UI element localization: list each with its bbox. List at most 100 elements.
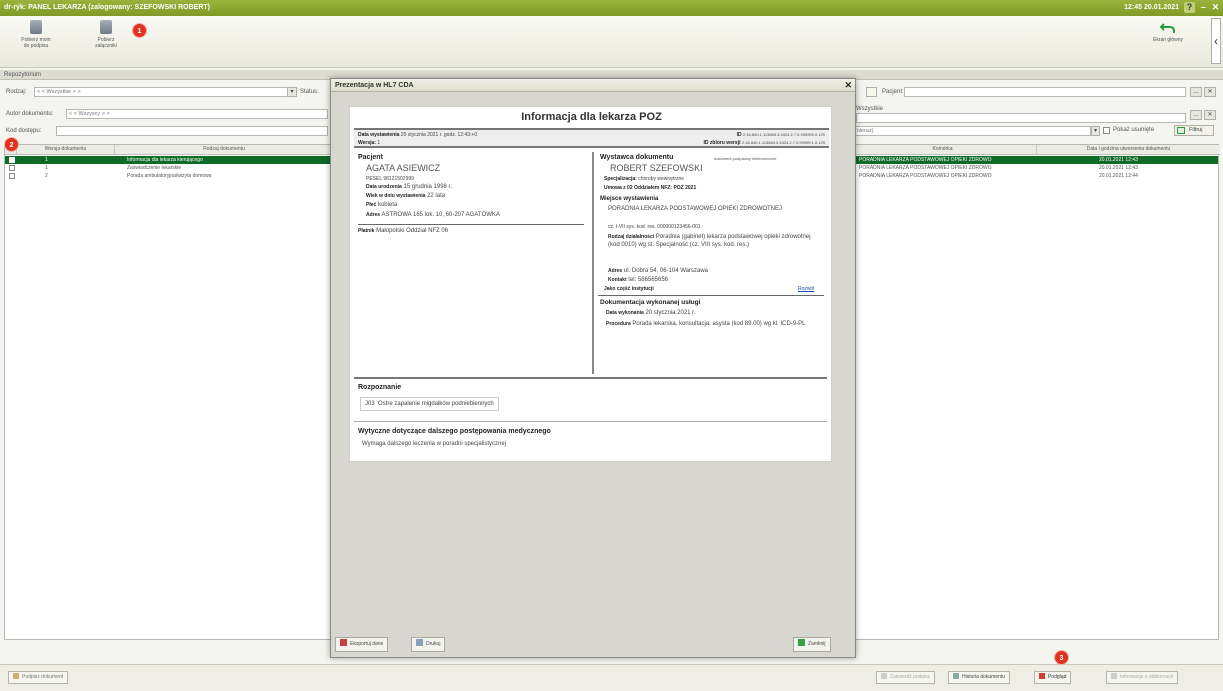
recipients-info-button[interactable]: Informacja o odbiorcach bbox=[1106, 671, 1179, 684]
facility-contact: tel: 586565656 bbox=[628, 277, 668, 283]
diagnosis-code: J03 bbox=[365, 401, 375, 407]
grid-header[interactable]: Rodzaj dokumentu bbox=[115, 145, 333, 155]
filter-button[interactable]: Filtruj bbox=[1174, 125, 1214, 136]
table-row[interactable]: PORADNIA LEKARZA PODSTAWOWEJ OPIEKI ZDRO… bbox=[849, 164, 1218, 172]
close-icon[interactable]: ✕ bbox=[844, 80, 852, 91]
meta-label: ID zbioru wersji bbox=[703, 140, 741, 146]
pacjent-label: Pacjent: bbox=[882, 89, 904, 95]
button-label: Drukuj bbox=[426, 641, 441, 647]
procedure-value: Porada lekarska, konsultacja, asysta (ko… bbox=[632, 321, 806, 327]
okres-select[interactable]: ala (nieraz) bbox=[843, 126, 1091, 136]
button-label: Zamknij bbox=[808, 641, 826, 647]
pen-icon bbox=[13, 673, 19, 679]
button-label: Eksportuj dane bbox=[350, 641, 384, 647]
pokaz-usuniete-checkbox[interactable] bbox=[1103, 127, 1110, 134]
main-toolbar: Pobierz mom do podpisu Pobierz załącznik… bbox=[0, 16, 1223, 68]
table-row[interactable]: 2 Porada ambulatoryjna/wizyta domowa bbox=[5, 172, 331, 180]
unit-cell: PORADNIA LEKARZA PODSTAWOWEJ OPIEKI ZDRO… bbox=[859, 165, 992, 171]
wszystkie-input[interactable] bbox=[856, 113, 1186, 123]
preview-button[interactable]: Podgląd bbox=[1034, 671, 1072, 684]
pacjent-more-button[interactable]: … bbox=[1190, 87, 1202, 97]
meta-label: Data wystawienia bbox=[358, 132, 400, 138]
minimize-button[interactable]: – bbox=[1198, 2, 1209, 13]
grid-header[interactable]: Wersja dokumentu bbox=[17, 145, 115, 155]
birth-date: 15 grudnia 1998 r. bbox=[403, 184, 452, 190]
export-data-button[interactable]: Eksportuj dane bbox=[335, 637, 389, 652]
type-cell: Informacja dla lekarza kierującego bbox=[127, 157, 203, 163]
wszystkie-clear-button[interactable]: ✕ bbox=[1204, 110, 1216, 120]
section-heading: Dokumentacja wykonanej usługi bbox=[600, 299, 701, 306]
service-date: 20 stycznia 2021 r. bbox=[645, 310, 696, 316]
close-dialog-button[interactable]: Zamknij bbox=[793, 637, 831, 652]
grid-header[interactable]: Data i godzina utworzenia dokumentu bbox=[1037, 145, 1220, 155]
patient-name: AGATA ASIEWICZ bbox=[366, 163, 441, 173]
expand-link[interactable]: Rozwiń bbox=[798, 286, 814, 292]
table-row[interactable]: PORADNIA LEKARZA PODSTAWOWEJ OPIEKI ZDRO… bbox=[849, 156, 1218, 164]
sign-docs-toolbar-button[interactable]: Pobierz mom do podpisu bbox=[18, 20, 54, 49]
pacjent-clear-button[interactable]: ✕ bbox=[1204, 87, 1216, 97]
calendar-icon[interactable] bbox=[866, 87, 877, 97]
document-title: Informacja dla lekarza POZ bbox=[521, 111, 662, 123]
home-screen-button[interactable]: Ekran główny bbox=[1148, 20, 1188, 43]
payer-value: Małopolski Oddział NFZ 06 bbox=[376, 228, 449, 234]
row-checkbox[interactable] bbox=[9, 157, 15, 163]
document-stack-icon bbox=[30, 20, 42, 34]
collapse-panel-button[interactable]: ‹ bbox=[1211, 18, 1221, 64]
toolbar-button-label: Pobierz mom do podpisu bbox=[21, 37, 51, 49]
document-stack-icon bbox=[100, 20, 112, 34]
sign-document-button[interactable]: Podpisz dokument bbox=[8, 671, 69, 684]
version-cell: 1 bbox=[45, 165, 48, 171]
patient-sex: kobieta bbox=[377, 202, 398, 208]
field-label: Płeć bbox=[366, 202, 377, 208]
printer-icon bbox=[416, 639, 423, 646]
button-label: Historia dokumentu bbox=[962, 674, 1006, 680]
section-heading: Pacjent bbox=[358, 154, 383, 161]
table-row[interactable]: 1 Zaświadczenie lekarskie bbox=[5, 164, 331, 172]
approve-sign-button[interactable]: Zatwierdź podpisz bbox=[876, 671, 936, 684]
version-cell: 2 bbox=[45, 173, 48, 179]
field-label: Płatnik bbox=[358, 228, 375, 234]
export-icon bbox=[340, 639, 347, 646]
table-row[interactable]: 1 Informacja dla lekarza kierującego bbox=[5, 156, 331, 164]
history-icon bbox=[953, 673, 959, 679]
print-button[interactable]: Drukuj bbox=[411, 637, 446, 652]
patient-pesel: PESEL 98121502999 bbox=[366, 176, 414, 182]
pacjent-input[interactable] bbox=[904, 87, 1186, 97]
chevron-down-icon[interactable]: ▾ bbox=[1091, 126, 1100, 136]
kod-label: Kod dostępu: bbox=[6, 128, 42, 134]
diagnosis-heading: Rozpoznanie bbox=[358, 384, 402, 391]
row-checkbox[interactable] bbox=[9, 173, 15, 179]
attachments-toolbar-button[interactable]: Pobierz załączniki bbox=[88, 20, 124, 49]
dialog-title-bar: Prezentacja w HL7 CDA ✕ bbox=[331, 79, 855, 92]
field-label: Procedura bbox=[606, 321, 631, 327]
field-label: Wiek w dniu wystawienia bbox=[366, 193, 426, 199]
type-cell: Zaświadczenie lekarskie bbox=[127, 165, 182, 171]
autor-label: Autor dokumentu: bbox=[6, 111, 54, 117]
field-label: Rodzaj działalności bbox=[608, 234, 655, 240]
specialization: choroby wewnętrzne bbox=[638, 176, 685, 182]
patient-address: ASTROWA 165 lok. 10, 60-207 AGATÓWKA bbox=[381, 212, 500, 218]
guidelines-text: Wymaga dalszego leczenia w poradni specj… bbox=[362, 441, 507, 447]
help-button[interactable]: ? bbox=[1184, 2, 1195, 13]
table-row[interactable]: PORADNIA LEKARZA PODSTAWOWEJ OPIEKI ZDRO… bbox=[849, 172, 1218, 180]
chevron-down-icon[interactable]: ▾ bbox=[287, 87, 297, 97]
window-titlebar: dr-rýk: PANEL LEKARZA (zalogowany: SZEFO… bbox=[0, 0, 1223, 16]
document-history-button[interactable]: Historia dokumentu bbox=[948, 671, 1011, 684]
guidelines-heading: Wytyczne dotyczące dalszego postępowania… bbox=[358, 428, 551, 435]
button-label: Podpisz dokument bbox=[22, 674, 64, 680]
toolbar-button-label: Ekran główny bbox=[1152, 37, 1183, 43]
button-label: Podgląd bbox=[1048, 674, 1067, 680]
grid-header[interactable]: Komórka bbox=[849, 145, 1037, 155]
field-label: Kontakt bbox=[608, 277, 627, 283]
row-checkbox[interactable] bbox=[9, 165, 15, 171]
version-cell: 1 bbox=[45, 157, 48, 163]
version-value: 1 bbox=[377, 140, 381, 146]
autor-select[interactable]: < < Wszyscy > > bbox=[66, 109, 328, 119]
signed-note: dokument podpisany elektronicznie bbox=[714, 156, 777, 161]
nfz-contract: Umowa z 02 Oddziałem NFZ: POZ 2021 bbox=[604, 185, 697, 191]
step-badge-2: 2 bbox=[4, 137, 19, 152]
wszystkie-more-button[interactable]: … bbox=[1190, 110, 1202, 120]
rodzaj-select[interactable]: < < Wszystkie > > bbox=[34, 87, 288, 97]
kod-input[interactable] bbox=[56, 126, 328, 136]
close-window-button[interactable]: ✕ bbox=[1210, 2, 1221, 13]
